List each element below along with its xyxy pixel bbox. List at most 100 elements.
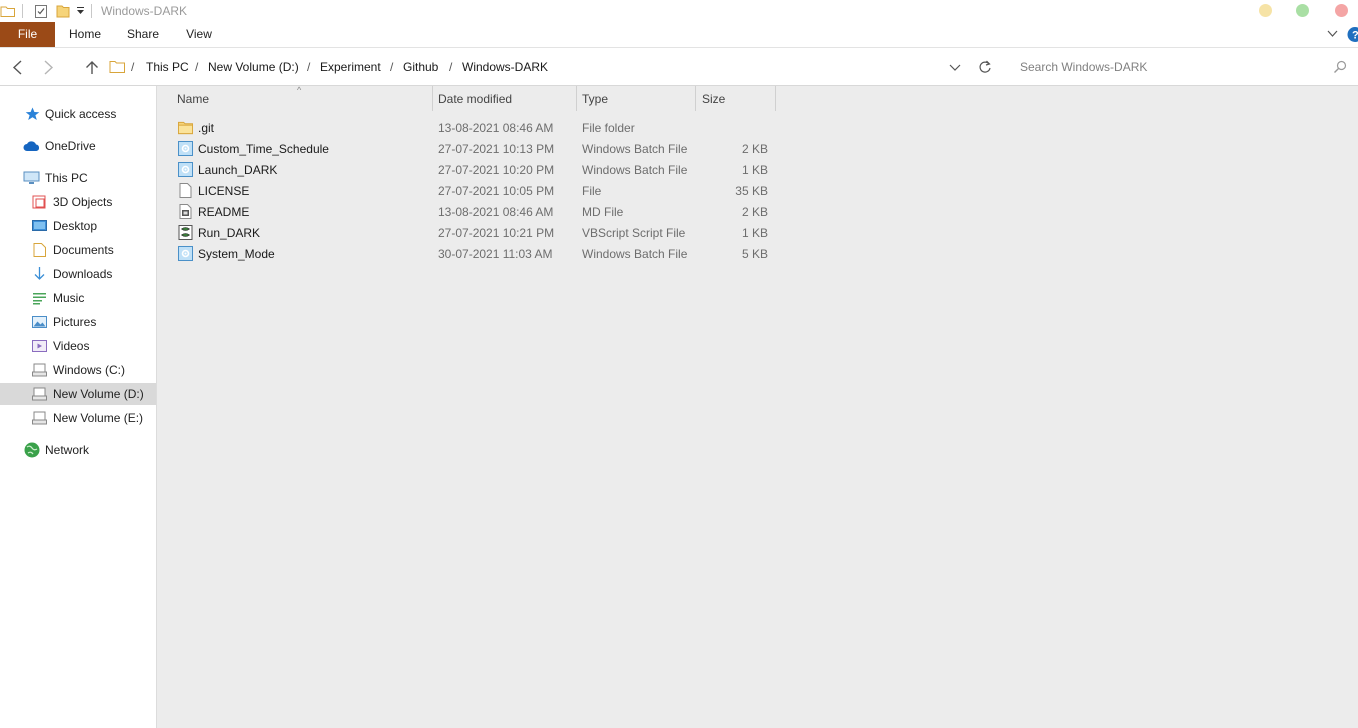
file-type: VBScript Script File	[582, 226, 686, 240]
file-date-modified: 13-08-2021 08:46 AM	[438, 205, 554, 219]
file-date-modified: 27-07-2021 10:13 PM	[438, 142, 555, 156]
batch-file-icon	[178, 246, 193, 261]
title-bar: Windows-DARK	[0, 0, 1358, 22]
folder-icon	[178, 121, 193, 135]
sidebar-item-pictures[interactable]: Pictures	[0, 311, 156, 333]
tab-home[interactable]: Home	[62, 22, 108, 47]
star-icon	[25, 107, 40, 120]
sidebar-item-documents[interactable]: Documents	[0, 239, 156, 261]
breadcrumb-separator: /	[195, 60, 199, 74]
vbscript-file-icon	[178, 225, 193, 240]
customize-quick-access-icon[interactable]	[76, 6, 86, 16]
sidebar-item-network[interactable]: Network	[0, 439, 156, 461]
breadcrumb-separator: /	[390, 60, 394, 74]
sidebar-item-3d-objects[interactable]: 3D Objects	[0, 191, 156, 213]
file-name: README	[198, 205, 250, 219]
file-size: 2 KB	[741, 142, 768, 156]
column-header-date-modified[interactable]: Date modified	[438, 92, 512, 106]
sidebar-item-label: New Volume (D:)	[53, 387, 144, 401]
breadcrumb-separator: /	[449, 60, 453, 74]
file-date-modified: 27-07-2021 10:05 PM	[438, 184, 555, 198]
sidebar-item-new-volume-d[interactable]: New Volume (D:)	[0, 383, 156, 405]
file-type: File folder	[582, 121, 635, 135]
refresh-icon[interactable]	[978, 60, 992, 74]
sidebar-item-downloads[interactable]: Downloads	[0, 263, 156, 285]
file-row[interactable]: Run_DARK 27-07-2021 10:21 PM VBScript Sc…	[172, 222, 777, 243]
column-header-type[interactable]: Type	[582, 92, 608, 106]
sidebar-item-label: Videos	[53, 339, 90, 353]
sidebar-item-label: Windows (C:)	[53, 363, 126, 377]
file-size: 1 KB	[741, 226, 768, 240]
breadcrumb-experiment[interactable]: Experiment	[320, 60, 381, 74]
computer-icon	[23, 171, 40, 184]
sidebar-item-label: Quick access	[45, 107, 117, 121]
download-icon	[34, 267, 45, 280]
new-folder-icon[interactable]	[56, 3, 72, 19]
help-icon[interactable]: ?	[1347, 27, 1358, 42]
minimize-button[interactable]	[1259, 4, 1272, 17]
tab-file[interactable]: File	[0, 22, 55, 47]
sidebar-item-windows-c[interactable]: Windows (C:)	[0, 359, 156, 381]
ribbon: File Home Share View ?	[0, 22, 1358, 47]
forward-icon[interactable]	[42, 60, 54, 75]
pictures-icon	[32, 316, 47, 328]
column-divider[interactable]	[695, 86, 696, 111]
separator	[22, 4, 23, 18]
sidebar-item-videos[interactable]: Videos	[0, 335, 156, 357]
maximize-button[interactable]	[1296, 4, 1309, 17]
sidebar-item-this-pc[interactable]: This PC	[0, 167, 156, 189]
file-row[interactable]: System_Mode 30-07-2021 11:03 AM Windows …	[172, 243, 777, 264]
file-type: Windows Batch File	[582, 247, 688, 261]
sidebar-item-label: This PC	[45, 171, 88, 185]
tab-view[interactable]: View	[180, 22, 218, 47]
file-row[interactable]: .git 13-08-2021 08:46 AM File folder	[172, 117, 777, 138]
recent-locations-chevron-icon[interactable]	[949, 64, 961, 72]
file-row[interactable]: LICENSE 27-07-2021 10:05 PM File 35 KB	[172, 180, 777, 201]
file-row[interactable]: README 13-08-2021 08:46 AM MD File 2 KB	[172, 201, 777, 222]
search-icon[interactable]	[1333, 60, 1347, 74]
file-row[interactable]: Launch_DARK 27-07-2021 10:20 PM Windows …	[172, 159, 777, 180]
column-divider[interactable]	[775, 86, 776, 111]
sidebar-item-quick-access[interactable]: Quick access	[0, 103, 156, 125]
sidebar-item-onedrive[interactable]: OneDrive	[0, 135, 156, 157]
file-list: ^ Name Date modified Type Size .git 13-0…	[157, 85, 1358, 728]
drive-icon	[32, 363, 47, 377]
sidebar-item-label: OneDrive	[45, 139, 96, 153]
breadcrumb-github[interactable]: Github	[403, 60, 438, 74]
file-date-modified: 27-07-2021 10:20 PM	[438, 163, 555, 177]
sidebar-item-new-volume-e[interactable]: New Volume (E:)	[0, 407, 156, 429]
search-input[interactable]: Search Windows-DARK	[1020, 60, 1147, 74]
svg-text:?: ?	[1352, 30, 1358, 42]
drive-icon	[32, 411, 47, 425]
back-icon[interactable]	[12, 60, 24, 75]
separator	[91, 4, 92, 18]
sidebar-item-label: Pictures	[53, 315, 97, 329]
sidebar-item-label: 3D Objects	[53, 195, 113, 209]
breadcrumb-windows-dark[interactable]: Windows-DARK	[462, 60, 548, 74]
breadcrumb-separator: /	[131, 60, 135, 74]
sort-ascending-icon: ^	[297, 85, 302, 95]
folder-icon[interactable]	[0, 3, 16, 19]
file-type: Windows Batch File	[582, 163, 688, 177]
tab-share[interactable]: Share	[122, 22, 164, 47]
column-header-size[interactable]: Size	[702, 92, 725, 106]
sidebar-item-desktop[interactable]: Desktop	[0, 215, 156, 237]
up-icon[interactable]	[85, 60, 99, 75]
column-divider[interactable]	[576, 86, 577, 111]
drive-icon	[32, 387, 47, 401]
sidebar-item-label: Documents	[53, 243, 114, 257]
breadcrumb-new-volume-d[interactable]: New Volume (D:)	[208, 60, 299, 74]
properties-icon[interactable]	[33, 3, 49, 19]
column-divider[interactable]	[432, 86, 433, 111]
file-type: File	[582, 184, 602, 198]
file-row[interactable]: Custom_Time_Schedule 27-07-2021 10:13 PM…	[172, 138, 777, 159]
sidebar-item-music[interactable]: Music	[0, 287, 156, 309]
window-title: Windows-DARK	[101, 4, 188, 18]
column-header-name[interactable]: Name	[177, 92, 209, 106]
close-button[interactable]	[1335, 4, 1348, 17]
expand-ribbon-icon[interactable]	[1327, 30, 1338, 38]
cube-icon	[32, 195, 46, 209]
video-icon	[32, 340, 47, 352]
cloud-icon	[23, 141, 40, 151]
breadcrumb-this-pc[interactable]: This PC	[146, 60, 189, 74]
